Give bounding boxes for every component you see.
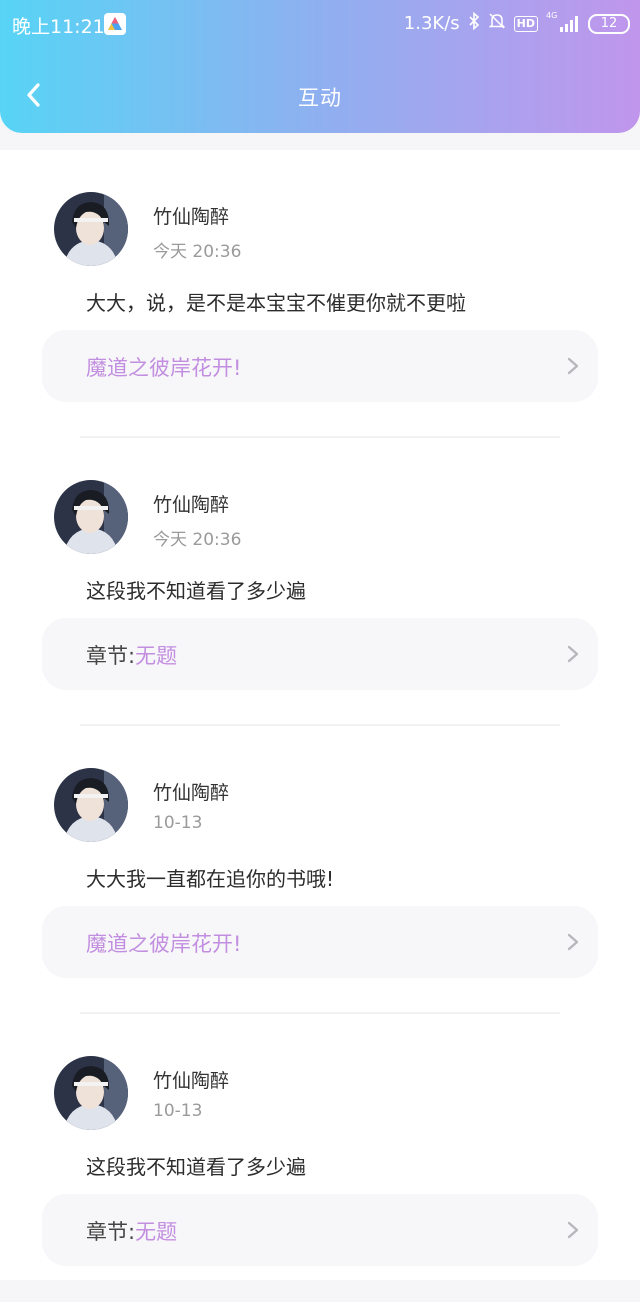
page-title: 互动 <box>298 86 342 110</box>
battery-indicator: 12 <box>588 13 630 34</box>
timestamp: 10-13 <box>153 813 203 833</box>
interaction-list: 竹仙陶醉 今天 20:36 大大，说，是不是本宝宝不催更你就不更啦 魔道之彼岸花… <box>0 150 640 1280</box>
comment-text: 这段我不知道看了多少遍 <box>86 1155 306 1179</box>
chapter-link[interactable]: 章节:无题 <box>42 1194 598 1266</box>
interaction-item: 竹仙陶醉 10-13 大大我一直都在追你的书哦! 魔道之彼岸花开! <box>0 726 640 1014</box>
mute-bell-icon <box>488 12 506 35</box>
interaction-item: 竹仙陶醉 10-13 这段我不知道看了多少遍 章节:无题 <box>0 1014 640 1302</box>
link-title: 魔道之彼岸花开! <box>86 932 242 956</box>
avatar[interactable] <box>54 768 128 842</box>
chapter-link[interactable]: 章节:无题 <box>42 618 598 690</box>
book-link[interactable]: 魔道之彼岸花开! <box>42 906 598 978</box>
book-link[interactable]: 魔道之彼岸花开! <box>42 330 598 402</box>
link-prefix: 章节: <box>86 644 136 668</box>
chevron-right-icon <box>567 645 579 663</box>
link-title: 无题 <box>135 1220 178 1244</box>
link-label: 章节:无题 <box>86 1216 177 1246</box>
username: 竹仙陶醉 <box>153 494 230 516</box>
interaction-item: 竹仙陶醉 今天 20:36 大大，说，是不是本宝宝不催更你就不更啦 魔道之彼岸花… <box>0 150 640 438</box>
chevron-right-icon <box>567 357 579 375</box>
username: 竹仙陶醉 <box>153 1070 230 1092</box>
status-time: 晚上11:21 <box>12 16 105 38</box>
app-notification-icon <box>104 13 126 35</box>
status-indicators: 1.3K/s HD 4G 12 <box>403 11 630 35</box>
username: 竹仙陶醉 <box>153 782 230 804</box>
bluetooth-icon <box>468 11 480 35</box>
signal-icon: 4G <box>546 11 580 33</box>
link-label: 章节:无题 <box>86 640 177 670</box>
avatar[interactable] <box>54 480 128 554</box>
comment-text: 这段我不知道看了多少遍 <box>86 579 306 603</box>
link-label: 魔道之彼岸花开! <box>86 928 241 958</box>
network-speed: 1.3K/s <box>403 13 460 34</box>
link-prefix: 章节: <box>86 1220 136 1244</box>
timestamp: 今天 20:36 <box>153 530 242 550</box>
comment-text: 大大，说，是不是本宝宝不催更你就不更啦 <box>86 291 466 315</box>
status-bar: 晚上11:21 1.3K/s HD 4G 12 <box>0 0 640 50</box>
link-title: 无题 <box>135 644 178 668</box>
chevron-right-icon <box>567 1221 579 1239</box>
link-label: 魔道之彼岸花开! <box>86 352 241 382</box>
avatar[interactable] <box>54 1056 128 1130</box>
hd-badge: HD <box>513 15 538 32</box>
avatar[interactable] <box>54 192 128 266</box>
timestamp: 10-13 <box>153 1101 203 1121</box>
link-title: 魔道之彼岸花开! <box>86 356 242 380</box>
battery-level: 12 <box>600 15 618 31</box>
app-header: 晚上11:21 1.3K/s HD 4G 12 互动 <box>0 0 640 133</box>
title-bar: 互动 <box>0 70 640 122</box>
username: 竹仙陶醉 <box>153 206 230 228</box>
timestamp: 今天 20:36 <box>153 242 242 262</box>
interaction-item: 竹仙陶醉 今天 20:36 这段我不知道看了多少遍 章节:无题 <box>0 438 640 726</box>
comment-text: 大大我一直都在追你的书哦! <box>86 867 335 891</box>
chevron-right-icon <box>567 933 579 951</box>
